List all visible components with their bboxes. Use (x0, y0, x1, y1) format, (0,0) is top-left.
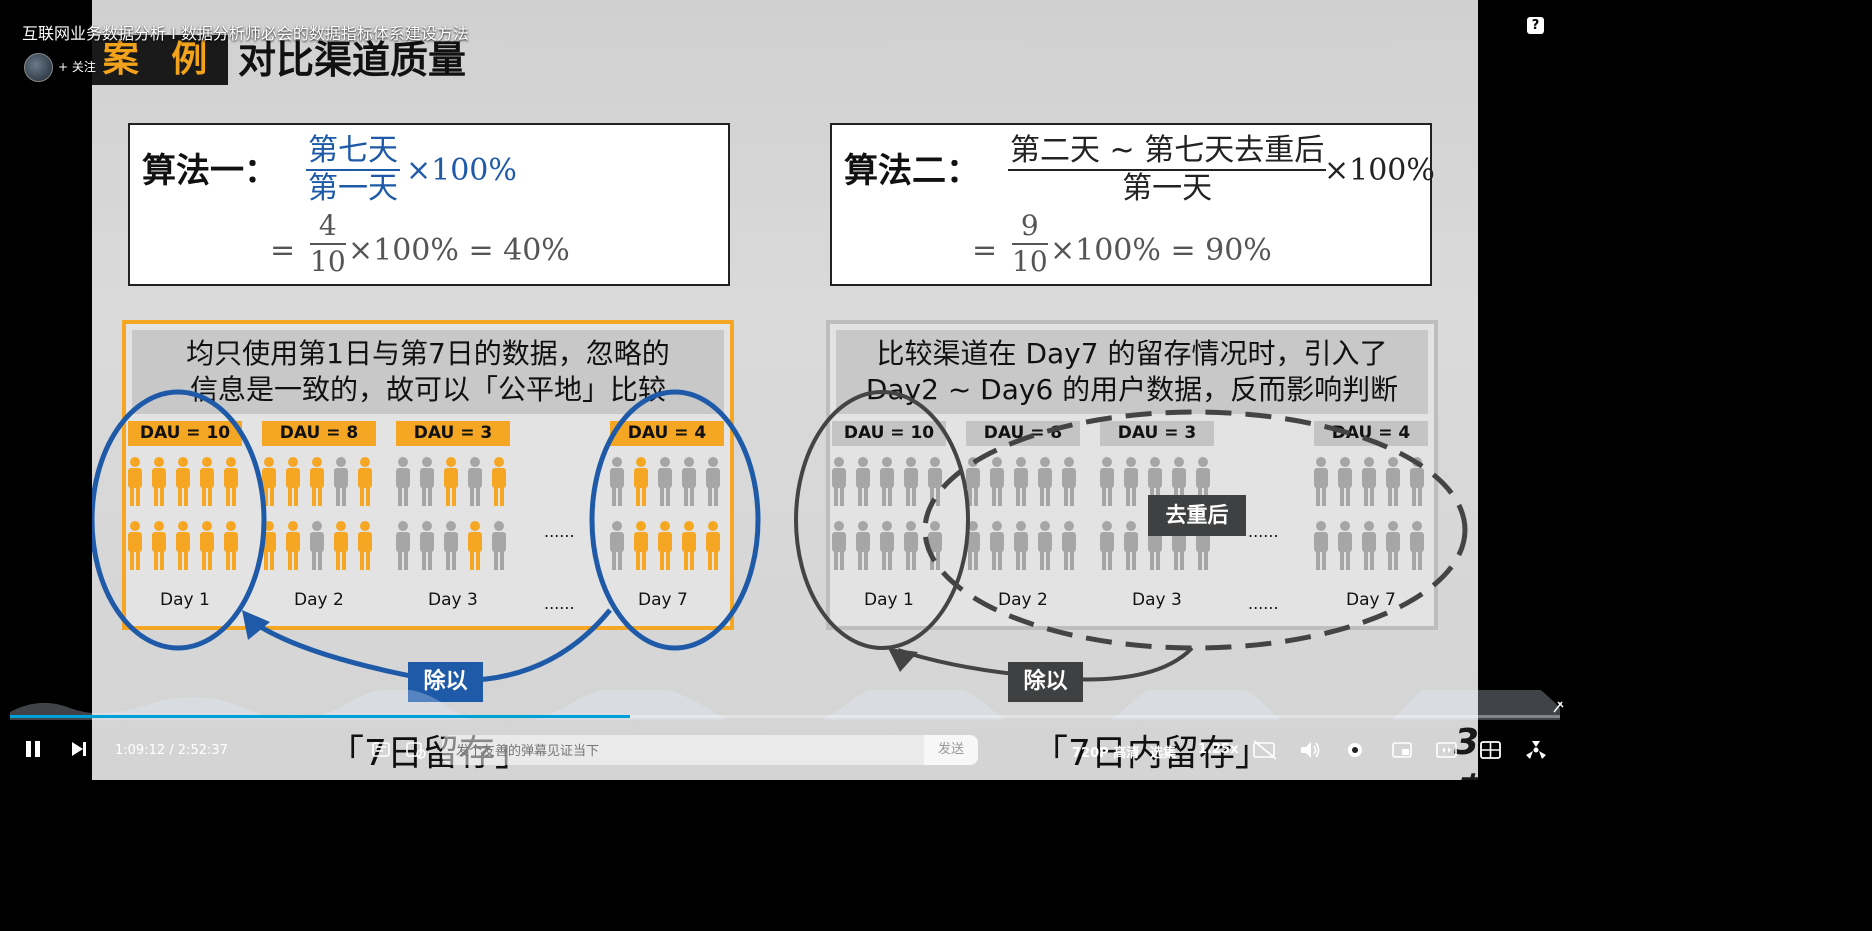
danmaku-input-box: 发送 (442, 735, 978, 767)
left-arrow-head (242, 610, 270, 640)
quality-selector[interactable]: 720P 高清 (1072, 742, 1139, 761)
pin-icon[interactable] (1552, 700, 1564, 714)
video-frame[interactable]: 案 例 对比渠道质量 算法一： 第七天 第一天 ×100% = 4 10 ×10… (92, 0, 1478, 780)
pip-icon[interactable] (1392, 741, 1414, 759)
widescreen-icon[interactable] (1436, 741, 1458, 759)
time-separator: / (169, 743, 174, 758)
progress-bar[interactable] (10, 715, 1560, 718)
progress-fill (10, 715, 630, 718)
follow-button[interactable]: + 关注 (58, 58, 96, 75)
fullscreen-icon[interactable] (1525, 740, 1547, 760)
time-total: 2:52:37 (177, 743, 228, 758)
send-button[interactable]: 发送 (924, 735, 978, 765)
video-title: 互联网业务数据分析 I 数据分析师必会的数据指标体系建设方法 (22, 24, 469, 43)
speed-selector[interactable]: 1.25x (1198, 742, 1238, 757)
left-day7-ellipse (589, 389, 761, 651)
danmaku-toggle-icon[interactable] (372, 741, 392, 759)
right-dedup-dashed-ellipse (922, 409, 1468, 651)
time-display: 1:09:12 / 2:52:37 (115, 743, 228, 758)
danmaku-settings-icon[interactable] (406, 741, 426, 759)
next-icon[interactable] (70, 741, 88, 757)
episodes-button[interactable]: 选集 (1150, 742, 1176, 761)
video-player[interactable]: 案 例 对比渠道质量 算法一： 第七天 第一天 ×100% = 4 10 ×10… (0, 0, 1568, 780)
avatar[interactable] (24, 53, 53, 82)
annotation-overlay (92, 389, 1468, 683)
subtitle-off-icon[interactable] (1252, 740, 1278, 760)
right-day1-ellipse (794, 390, 970, 650)
time-current: 1:09:12 (115, 743, 166, 758)
pause-icon[interactable] (24, 740, 42, 758)
left-day1-ellipse (92, 389, 267, 651)
settings-icon[interactable] (1345, 740, 1365, 760)
help-icon[interactable]: ? (1527, 17, 1544, 34)
volume-icon[interactable] (1299, 740, 1321, 760)
danmaku-input[interactable] (454, 735, 918, 767)
webfullscreen-icon[interactable] (1480, 740, 1502, 760)
right-arrow-head (888, 648, 918, 672)
